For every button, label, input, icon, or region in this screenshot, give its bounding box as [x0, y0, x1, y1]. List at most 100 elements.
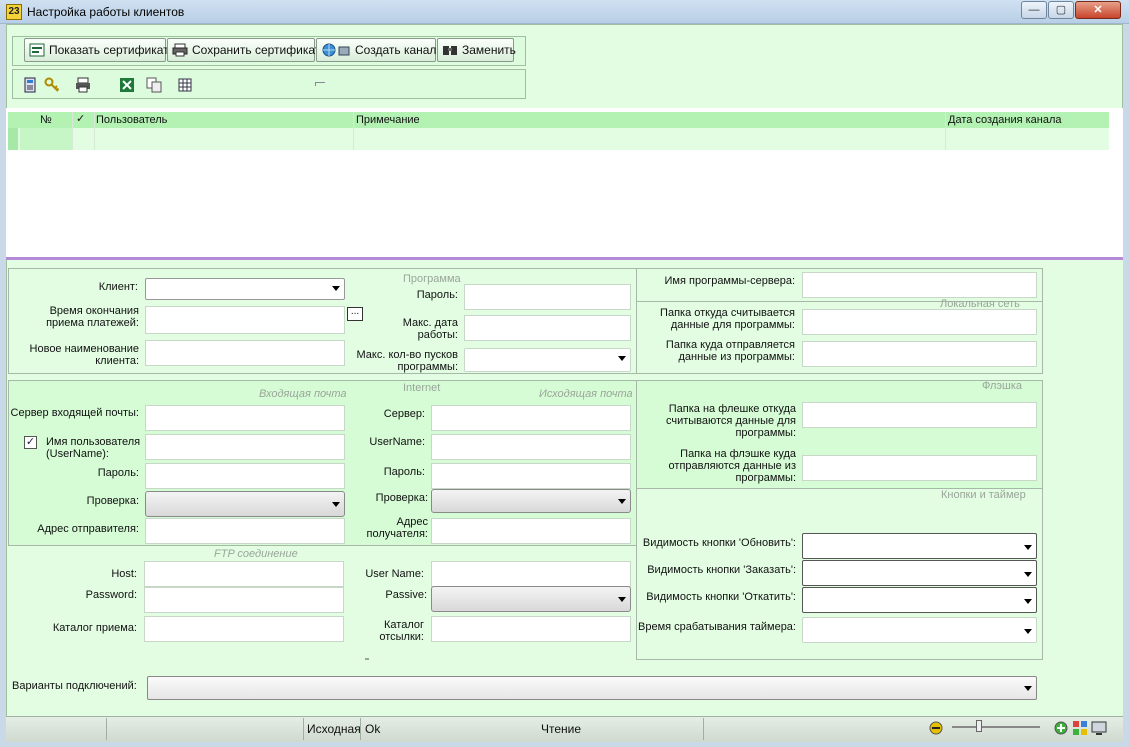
key-icon[interactable] — [44, 77, 60, 93]
status-ok: Ok — [365, 722, 381, 736]
status-source: Исходная — [307, 722, 361, 736]
host-input[interactable] — [144, 561, 344, 587]
ftp-group-title: FTP соединение — [214, 548, 298, 560]
username-checkbox[interactable]: ✓ — [24, 436, 37, 449]
password-input[interactable] — [464, 284, 631, 310]
column-header-note[interactable]: Примечание — [356, 114, 420, 126]
layout-grid-icon[interactable] — [1072, 720, 1088, 736]
save-certificate-label: Сохранить сертификат — [192, 43, 321, 57]
printer-icon[interactable] — [75, 77, 91, 93]
host-label: Host: — [111, 568, 137, 580]
status-read: Чтение — [541, 722, 582, 736]
grid-cell-number[interactable] — [20, 128, 72, 150]
zoom-slider[interactable] — [950, 719, 1042, 735]
column-header-check[interactable]: ✓ — [76, 112, 85, 125]
receive-dir-label: Каталог приема: — [52, 622, 137, 634]
out-server-input[interactable] — [431, 405, 631, 431]
password-label: Пароль: — [416, 289, 458, 301]
vis-refresh-select[interactable] — [802, 533, 1037, 559]
window-title: Настройка работы клиентов — [27, 5, 185, 19]
sender-input[interactable] — [145, 518, 345, 544]
folder-read-label: Папка откуда считывается данные для прог… — [660, 307, 795, 331]
grid-column-divider — [94, 112, 95, 150]
payment-end-label: Время окончания приема платежей: — [46, 305, 139, 329]
ftp-password-input[interactable] — [144, 587, 344, 613]
client-label: Клиент: — [98, 281, 138, 293]
show-certificate-button[interactable]: Показать сертификат — [24, 38, 169, 62]
in-check-label: Проверка: — [86, 495, 139, 507]
new-name-label: Новое наименование клиента: — [29, 343, 139, 367]
minimize-button[interactable]: — — [1021, 1, 1047, 19]
passive-label: Passive: — [385, 589, 427, 601]
ftp-password-label: Password: — [85, 589, 137, 601]
calculator-icon[interactable] — [22, 77, 38, 93]
zoom-slider-thumb[interactable] — [976, 720, 982, 732]
recipient-input[interactable] — [431, 518, 631, 544]
show-certificate-label: Показать сертификат — [49, 43, 169, 57]
folder-read-input[interactable] — [802, 309, 1037, 335]
status-divider — [303, 718, 304, 740]
username-input[interactable] — [145, 434, 345, 460]
copy-icon[interactable] — [146, 77, 162, 93]
in-password-label: Пароль: — [97, 467, 139, 479]
folder-send-input[interactable] — [802, 341, 1037, 367]
ftp-user-input[interactable] — [431, 561, 631, 587]
maximize-button[interactable]: ▢ — [1048, 1, 1074, 19]
splitter[interactable] — [6, 257, 1123, 260]
flash-read-label: Папка на флешке откуда считываются данны… — [665, 403, 796, 439]
table-icon[interactable] — [177, 77, 193, 93]
toolbar-separator — [315, 82, 325, 86]
new-name-input[interactable] — [145, 340, 345, 366]
max-date-input[interactable] — [464, 315, 631, 341]
out-username-input[interactable] — [431, 434, 631, 460]
status-divider — [703, 718, 704, 740]
max-runs-label: Макс. кол-во пусков программы: — [356, 349, 458, 373]
client-select[interactable] — [145, 278, 345, 300]
column-header-user[interactable]: Пользователь — [96, 114, 167, 126]
ftp-user-label: User Name: — [365, 568, 424, 580]
monitor-icon[interactable] — [1091, 720, 1107, 736]
create-channel-button[interactable]: Создать канал — [316, 38, 436, 62]
send-dir-label: Каталог отсылки: — [379, 619, 424, 643]
server-program-input[interactable] — [802, 272, 1037, 298]
replace-button[interactable]: Заменить — [437, 38, 516, 62]
status-divider — [106, 718, 107, 740]
binoculars-icon — [443, 46, 457, 55]
zoom-slider-track — [952, 726, 1040, 728]
username-label: Имя пользователя (UserName): — [46, 436, 141, 460]
connection-variants-select[interactable] — [147, 676, 1037, 700]
out-check-select[interactable] — [431, 489, 631, 513]
row-indicator — [8, 128, 18, 150]
flash-send-input[interactable] — [802, 455, 1037, 481]
vis-rollback-select[interactable] — [802, 587, 1037, 613]
flash-read-input[interactable] — [802, 402, 1037, 428]
receive-dir-input[interactable] — [144, 616, 344, 642]
timer-select[interactable] — [802, 617, 1037, 643]
zoom-in-icon[interactable] — [1054, 721, 1068, 735]
program-group-title: Программа — [403, 273, 461, 285]
passive-select[interactable] — [431, 586, 631, 612]
save-certificate-button[interactable]: Сохранить сертификат — [167, 38, 320, 62]
column-header-number[interactable]: № — [40, 114, 52, 126]
sender-label: Адрес отправителя: — [37, 523, 139, 535]
excel-icon[interactable] — [119, 77, 135, 93]
payment-end-input[interactable] — [145, 306, 345, 334]
incoming-server-input[interactable] — [145, 405, 345, 431]
send-dir-input[interactable] — [431, 616, 631, 642]
in-password-input[interactable] — [145, 463, 345, 489]
buttons-timer-group-title: Кнопки и таймер — [941, 489, 1026, 501]
vis-order-select[interactable] — [802, 560, 1037, 586]
chevron-down-icon — [1024, 686, 1032, 691]
max-runs-select[interactable] — [464, 348, 631, 372]
zoom-out-icon[interactable] — [929, 721, 943, 735]
vis-refresh-label: Видимость кнопки 'Обновить': — [642, 537, 796, 549]
column-header-date[interactable]: Дата создания канала — [948, 114, 1062, 126]
in-check-select[interactable] — [145, 491, 345, 517]
incoming-mail-group-title: Входящая почта — [259, 388, 347, 400]
chevron-down-icon — [618, 356, 626, 361]
replace-label: Заменить — [462, 43, 516, 57]
chevron-down-icon — [1024, 545, 1032, 550]
table-row[interactable] — [8, 128, 1109, 150]
close-button[interactable]: ✕ — [1075, 1, 1121, 19]
out-password-input[interactable] — [431, 463, 631, 489]
